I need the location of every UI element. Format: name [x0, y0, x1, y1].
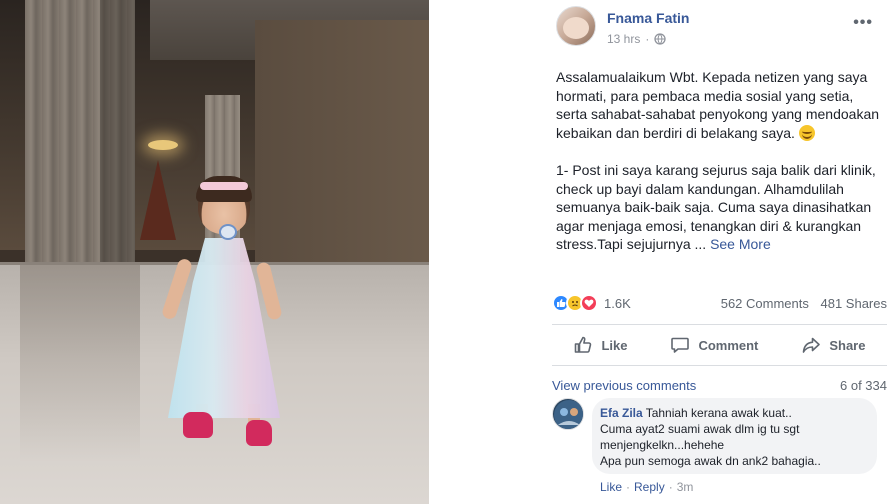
- post-header: Fnama Fatin 13 hrs · •••: [556, 6, 887, 52]
- like-button-label: Like: [601, 337, 628, 353]
- post-stats: 1.6K 562 Comments 481 Shares: [552, 288, 887, 318]
- post-paragraph-1-text: Assalamualaikum Wbt. Kepada netizen yang…: [556, 69, 880, 141]
- comment-button[interactable]: Comment: [670, 335, 758, 355]
- smile-emoji-icon: [798, 124, 815, 141]
- photo-floor-reflection: [20, 262, 140, 462]
- photo-right-wall: [255, 20, 429, 270]
- post-body: Assalamualaikum Wbt. Kepada netizen yang…: [556, 68, 881, 273]
- photo-pillar-shadow: [100, 0, 135, 272]
- comment-actions: Like · Reply · 3m: [600, 480, 693, 494]
- author-name[interactable]: Fnama Fatin: [607, 10, 689, 26]
- comment-like-link[interactable]: Like: [600, 480, 622, 494]
- commenter-avatar[interactable]: [552, 398, 584, 430]
- photo-child-shoe-left: [183, 412, 213, 438]
- comment-line-1: Efa Zila Tahniah kerana awak kuat..: [600, 405, 869, 421]
- see-more-link[interactable]: See More: [710, 236, 771, 252]
- reactions-count[interactable]: 1.6K: [604, 296, 631, 311]
- post-paragraph-2: 1- Post ini saya karang sejurus saja bal…: [556, 161, 881, 254]
- engagement-counts: 562 Comments 481 Shares: [721, 296, 887, 311]
- photo-child-headband: [200, 182, 248, 190]
- post-meta: 13 hrs ·: [607, 32, 667, 46]
- comment-page-count: 6 of 334: [840, 378, 887, 393]
- reaction-summary[interactable]: 1.6K: [552, 294, 631, 312]
- comment-bubble-icon: [671, 337, 690, 353]
- comment-text-1: Tahniah kerana awak kuat..: [645, 406, 792, 420]
- more-options-button[interactable]: •••: [853, 14, 873, 32]
- commenter-name[interactable]: Efa Zila: [600, 406, 643, 420]
- comment-action-separator: ·: [626, 480, 631, 494]
- post-time[interactable]: 13 hrs: [607, 32, 640, 46]
- post-paragraph-1: Assalamualaikum Wbt. Kepada netizen yang…: [556, 68, 881, 142]
- comment-text-2: Cuma ayat2 suami awak dlm ig tu sgt: [600, 422, 800, 436]
- comment-text-3: menjengkelkn...hehehe: [600, 438, 725, 452]
- comment-text-4: Apa pun semoga awak dn ank2 bahagia..: [600, 454, 821, 468]
- photo-chandelier: [148, 140, 178, 150]
- comment-button-label: Comment: [698, 337, 759, 353]
- love-reaction-icon: [580, 294, 598, 312]
- comments-count[interactable]: 562 Comments: [721, 296, 809, 311]
- meta-separator: ·: [645, 32, 650, 46]
- globe-icon[interactable]: [654, 33, 667, 45]
- comment-reply-link[interactable]: Reply: [634, 480, 665, 494]
- comment-bubble: Efa Zila Tahniah kerana awak kuat.. Cuma …: [592, 398, 877, 474]
- comments-header: View previous comments 6 of 334: [552, 378, 887, 396]
- share-arrow-icon: [803, 337, 821, 353]
- photo-child-shoe-right: [246, 420, 272, 446]
- post-action-bar: Like Comment Share: [552, 324, 887, 366]
- share-button-label: Share: [829, 337, 866, 353]
- post-photo[interactable]: [0, 0, 429, 504]
- comment-time-separator: ·: [668, 480, 673, 494]
- view-previous-comments-link[interactable]: View previous comments: [552, 378, 696, 396]
- author-avatar[interactable]: [556, 6, 596, 46]
- share-button[interactable]: Share: [801, 335, 865, 355]
- shares-count[interactable]: 481 Shares: [821, 296, 887, 311]
- photo-child-pacifier: [219, 224, 237, 240]
- photo-christmas-tree: [140, 160, 176, 240]
- like-button[interactable]: Like: [573, 335, 627, 355]
- thumbs-up-icon: [575, 336, 592, 353]
- comment-time[interactable]: 3m: [677, 480, 694, 494]
